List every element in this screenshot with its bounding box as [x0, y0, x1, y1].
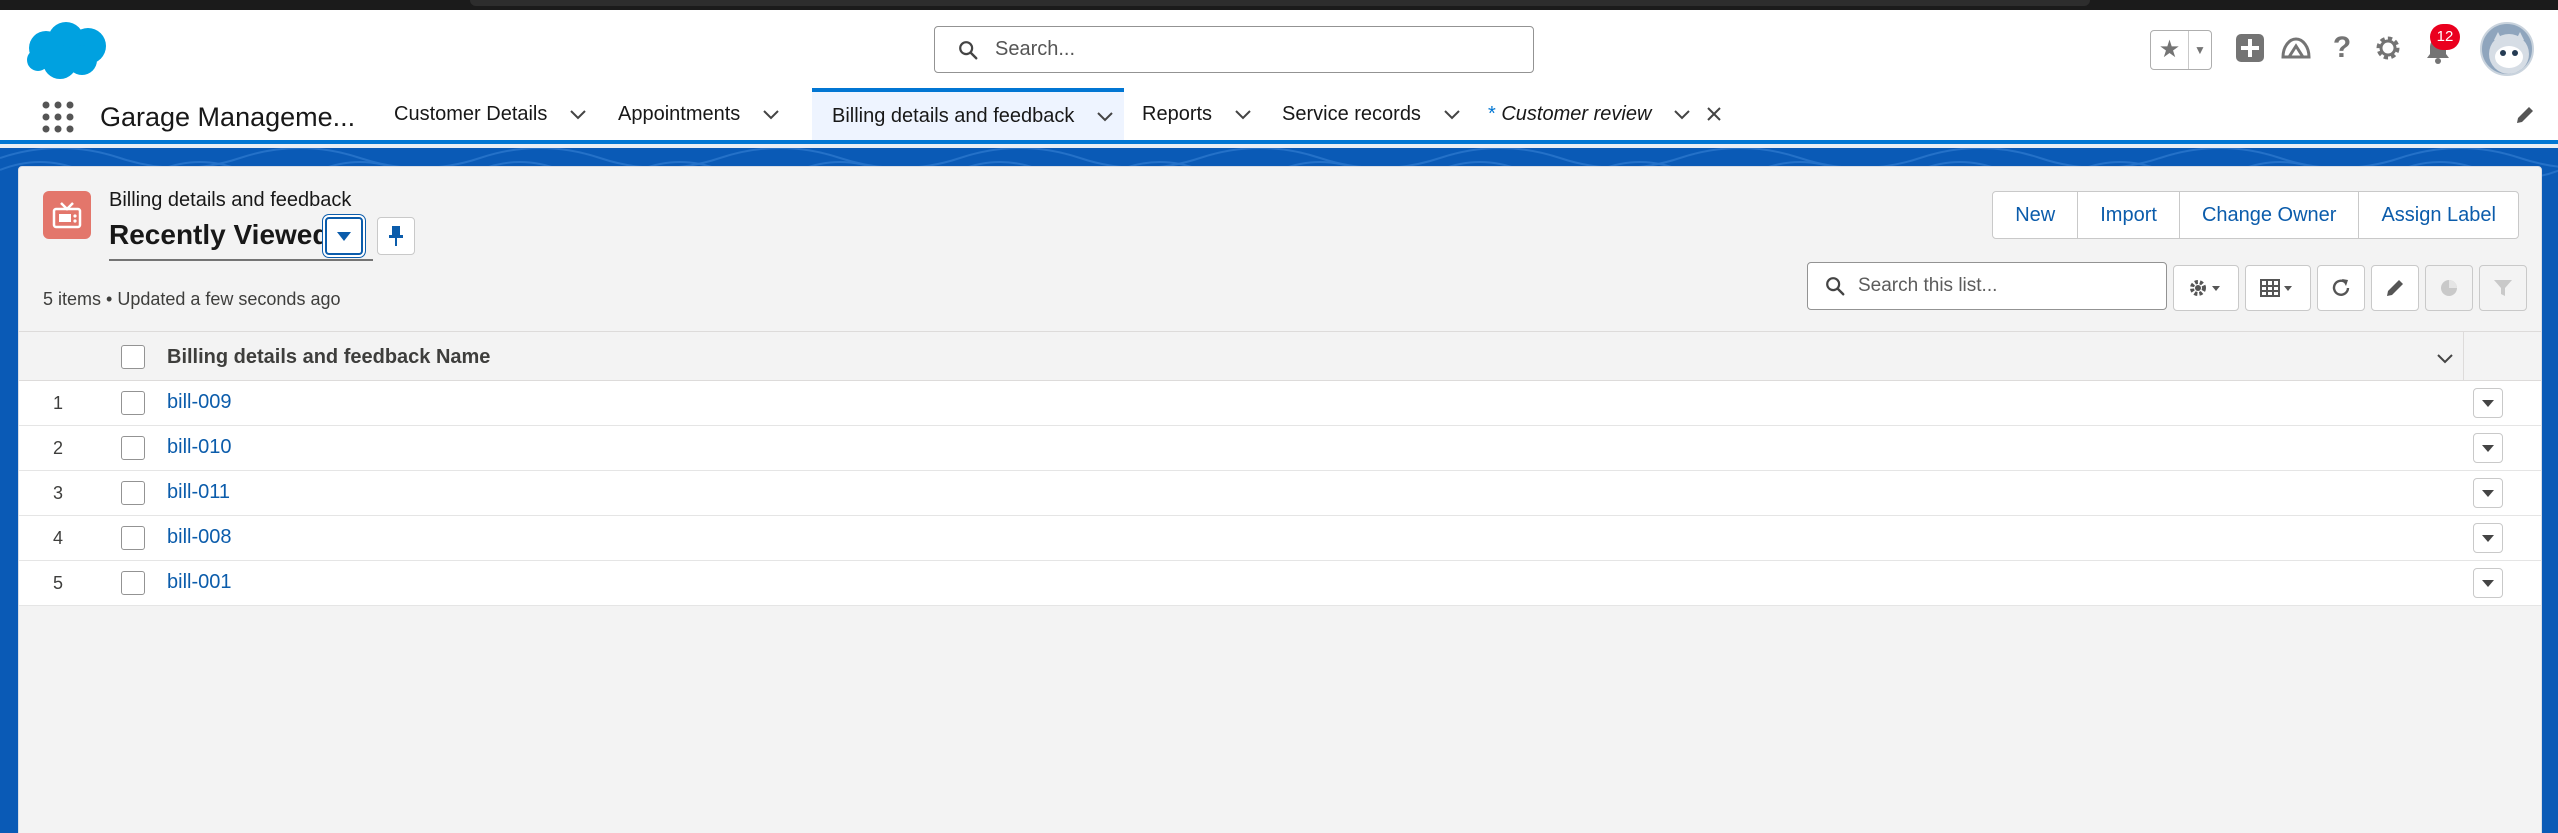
salesforce-logo[interactable]	[20, 18, 112, 82]
select-all-checkbox[interactable]	[121, 345, 145, 369]
global-header: Search... ★ ▼ ? 12	[0, 10, 2558, 88]
chevron-down-icon[interactable]	[2435, 348, 2455, 368]
record-link[interactable]: bill-009	[167, 391, 231, 414]
row-number: 3	[52, 483, 63, 503]
table-dropdown-icon	[2260, 279, 2292, 297]
caret-down-icon	[2482, 535, 2494, 542]
chevron-down-icon[interactable]	[1234, 105, 1252, 123]
object-label: Billing details and feedback	[109, 189, 352, 211]
row-number: 5	[52, 573, 63, 593]
unsaved-marker: *	[1488, 102, 1496, 125]
caret-down-icon	[2482, 490, 2494, 497]
trailhead-icon[interactable]	[2278, 30, 2314, 66]
pin-icon	[389, 226, 403, 246]
list-search-input[interactable]	[1858, 275, 2158, 297]
tab-customer-details[interactable]: Customer Details	[394, 88, 587, 140]
notification-count-badge: 12	[2430, 24, 2460, 50]
filter-icon	[2494, 280, 2512, 296]
record-link[interactable]: bill-008	[167, 526, 231, 549]
new-button[interactable]: New	[1993, 192, 2079, 238]
tab-customer-review[interactable]: * Customer review	[1488, 88, 1723, 140]
chevron-down-icon[interactable]	[569, 105, 587, 123]
row-number: 4	[52, 528, 63, 548]
pin-list-view-button[interactable]	[377, 217, 415, 255]
add-icon[interactable]	[2232, 30, 2268, 66]
tab-appointments[interactable]: Appointments	[618, 88, 780, 140]
row-checkbox[interactable]	[121, 436, 145, 460]
row-actions-button[interactable]	[2473, 388, 2503, 418]
setup-gear-icon[interactable]	[2370, 30, 2406, 66]
list-search-field[interactable]	[1807, 262, 2167, 310]
list-view-picker-button[interactable]	[325, 217, 363, 255]
row-checkbox[interactable]	[121, 571, 145, 595]
list-meta-info: 5 items • Updated a few seconds ago	[43, 289, 341, 309]
row-actions-button[interactable]	[2473, 568, 2503, 598]
caret-down-icon	[2482, 445, 2494, 452]
change-owner-button[interactable]: Change Owner	[2179, 192, 2360, 238]
tab-reports[interactable]: Reports	[1142, 88, 1252, 140]
records-table: Billing details and feedback Name 1 bill-…	[19, 331, 2541, 606]
table-header-row: Billing details and feedback Name	[19, 331, 2541, 382]
display-as-table-button[interactable]	[2245, 265, 2311, 311]
browser-top-strip	[0, 0, 2558, 10]
row-number: 2	[52, 438, 63, 458]
row-checkbox[interactable]	[121, 526, 145, 550]
caret-down-icon	[2482, 580, 2494, 587]
row-checkbox[interactable]	[121, 391, 145, 415]
record-link[interactable]: bill-010	[167, 436, 231, 459]
pencil-icon	[2387, 280, 2403, 296]
row-actions-button[interactable]	[2473, 433, 2503, 463]
list-actions-button-group: New Import Change Owner Assign Label	[1992, 191, 2519, 239]
app-name: Garage Manageme...	[100, 102, 356, 132]
table-row: 2 bill-010	[19, 426, 2541, 471]
app-navigation-bar: Garage Manageme... Customer Details Appo…	[0, 88, 2558, 144]
refresh-button[interactable]	[2317, 265, 2365, 311]
charts-button[interactable]	[2425, 265, 2473, 311]
table-row: 3 bill-011	[19, 471, 2541, 516]
import-button[interactable]: Import	[2078, 192, 2180, 238]
column-divider	[2463, 332, 2464, 382]
favorites-button[interactable]: ★ ▼	[2150, 30, 2212, 70]
refresh-icon	[2332, 279, 2350, 296]
caret-down-icon	[2482, 400, 2494, 407]
row-actions-button[interactable]	[2473, 523, 2503, 553]
app-launcher-icon[interactable]	[40, 99, 76, 135]
close-tab-icon[interactable]	[1705, 105, 1723, 123]
chevron-down-icon[interactable]	[1443, 105, 1461, 123]
filters-button[interactable]	[2479, 265, 2527, 311]
edit-nav-pencil-icon[interactable]	[2514, 104, 2536, 126]
chevron-down-icon[interactable]	[1096, 107, 1114, 125]
row-checkbox[interactable]	[121, 481, 145, 505]
list-view-title-underline	[109, 259, 373, 261]
list-view-controls-button[interactable]	[2173, 265, 2239, 311]
list-view-title[interactable]: Recently Viewed	[109, 219, 329, 251]
table-row: 4 bill-008	[19, 516, 2541, 561]
search-icon	[959, 40, 978, 59]
list-view-card: Billing details and feedback Recently Vi…	[18, 166, 2542, 833]
caret-down-icon	[337, 232, 351, 241]
chevron-down-icon[interactable]	[1673, 105, 1691, 123]
avatar[interactable]	[2480, 22, 2534, 76]
global-search-placeholder: Search...	[995, 38, 1076, 60]
column-header-name[interactable]: Billing details and feedback Name	[167, 346, 490, 369]
gear-dropdown-icon	[2190, 280, 2220, 296]
row-number: 1	[52, 393, 63, 413]
row-actions-button[interactable]	[2473, 478, 2503, 508]
inline-edit-button[interactable]	[2371, 265, 2419, 311]
record-link[interactable]: bill-001	[167, 571, 231, 594]
billing-object-icon	[43, 191, 91, 239]
tab-service-records[interactable]: Service records	[1282, 88, 1461, 140]
global-search-input[interactable]: Search...	[934, 26, 1534, 73]
chart-icon	[2441, 280, 2457, 296]
table-row: 1 bill-009	[19, 381, 2541, 426]
table-row: 5 bill-001	[19, 561, 2541, 606]
tab-billing-details-and-feedback[interactable]: Billing details and feedback	[812, 88, 1124, 140]
favorites-dropdown-icon[interactable]: ▼	[2189, 43, 2211, 57]
favorites-star-icon[interactable]: ★	[2151, 31, 2189, 69]
record-link[interactable]: bill-011	[167, 481, 230, 504]
search-icon	[1826, 277, 1845, 296]
help-icon[interactable]: ?	[2324, 30, 2360, 66]
chevron-down-icon[interactable]	[762, 105, 780, 123]
assign-label-button[interactable]: Assign Label	[2359, 192, 2518, 238]
